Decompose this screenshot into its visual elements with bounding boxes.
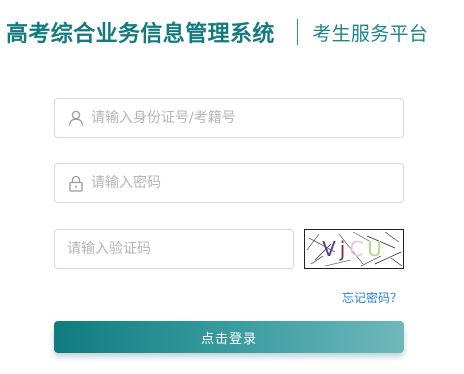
captcha-field[interactable] bbox=[54, 229, 294, 269]
captcha-char: U bbox=[367, 237, 386, 261]
password-field[interactable] bbox=[54, 163, 404, 203]
header-divider bbox=[296, 19, 299, 45]
captcha-input[interactable] bbox=[55, 241, 293, 257]
page-header: 高考综合业务信息管理系统 考生服务平台 bbox=[6, 14, 428, 50]
captcha-char: j bbox=[339, 237, 350, 261]
captcha-char: V bbox=[322, 237, 340, 261]
forgot-password-link[interactable]: 忘记密码？ bbox=[342, 289, 402, 306]
captcha-char: C bbox=[349, 237, 368, 261]
username-field[interactable] bbox=[54, 98, 404, 138]
login-button[interactable]: 点击登录 bbox=[54, 321, 404, 353]
login-page: 高考综合业务信息管理系统 考生服务平台 请输入身份证号/考籍号 请输入验证码 V… bbox=[0, 0, 464, 374]
captcha-text: V j C U bbox=[305, 230, 403, 268]
system-title: 高考综合业务信息管理系统 bbox=[6, 22, 275, 47]
platform-title: 考生服务平台 bbox=[312, 22, 429, 45]
lock-icon bbox=[67, 174, 85, 192]
user-icon bbox=[67, 109, 85, 127]
password-input[interactable] bbox=[87, 175, 403, 191]
captcha-image[interactable]: V j C U bbox=[304, 229, 404, 269]
username-input[interactable] bbox=[87, 110, 403, 126]
